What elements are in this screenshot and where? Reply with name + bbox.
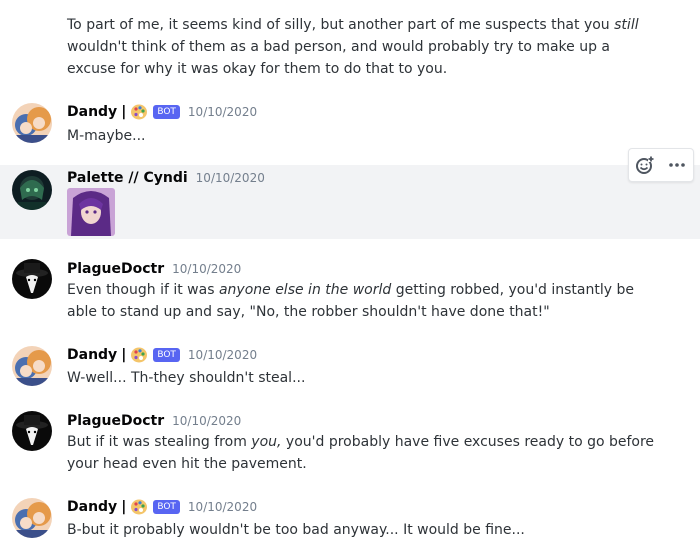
timestamp[interactable]: 10/10/2020	[196, 171, 265, 185]
message-text: Even though if it was anyone else in the…	[67, 279, 660, 323]
text-segment: Even though if it was	[67, 282, 219, 298]
message-item: Palette // Cyndi 10/10/2020	[0, 165, 700, 239]
username-separator: |	[121, 499, 127, 515]
palette-avatar-icon	[12, 170, 52, 210]
add-reaction-icon	[636, 156, 654, 174]
image-attachment[interactable]	[67, 188, 115, 236]
dandy-avatar-icon	[12, 346, 52, 386]
text-segment: But if it was stealing from	[67, 434, 252, 450]
username[interactable]: PlagueDoctr	[67, 261, 164, 277]
chat-messages: To part of me, it seems kind of silly, b…	[0, 0, 700, 560]
emphasis-text: you,	[251, 434, 282, 450]
message-item: Dandy | BOT 10/10/2020 B-but it probably…	[0, 490, 700, 550]
message-item: PlagueDoctr 10/10/2020 Even though if it…	[0, 251, 700, 331]
dandy-avatar-icon	[12, 103, 52, 143]
palette-icon	[130, 346, 148, 364]
bot-badge: BOT	[153, 500, 180, 514]
message-item: Dandy | BOT 10/10/2020 W-well... Th-they…	[0, 338, 700, 398]
plague-doctor-avatar-icon	[12, 259, 52, 299]
more-options-button[interactable]	[665, 153, 689, 177]
message-text: M-maybe...	[67, 128, 146, 144]
timestamp[interactable]: 10/10/2020	[172, 262, 241, 276]
username-separator: |	[121, 347, 127, 363]
message-text: To part of me, it seems kind of silly, b…	[67, 14, 660, 80]
username[interactable]: PlagueDoctr	[67, 413, 164, 429]
message-text: But if it was stealing from you, you'd p…	[67, 431, 660, 475]
username[interactable]: Palette // Cyndi	[67, 170, 188, 186]
avatar[interactable]	[12, 170, 52, 210]
text-segment: wouldn't think of them as a bad person, …	[67, 39, 611, 77]
message-item: PlagueDoctr 10/10/2020 But if it was ste…	[0, 403, 700, 483]
text-segment: To part of me, it seems kind of silly, b…	[67, 17, 615, 33]
avatar[interactable]	[12, 498, 52, 538]
message-continuation: To part of me, it seems kind of silly, b…	[0, 0, 700, 90]
bot-badge: BOT	[153, 105, 180, 119]
avatar[interactable]	[12, 259, 52, 299]
avatar[interactable]	[12, 103, 52, 143]
emphasis-text: still	[614, 17, 639, 33]
timestamp[interactable]: 10/10/2020	[188, 105, 257, 119]
timestamp[interactable]: 10/10/2020	[188, 348, 257, 362]
add-reaction-button[interactable]	[633, 153, 657, 177]
emphasis-text: anyone else in the world	[218, 282, 392, 298]
palette-icon	[130, 498, 148, 516]
message-text: W-well... Th-they shouldn't steal...	[67, 370, 306, 386]
more-options-icon	[669, 163, 685, 167]
timestamp[interactable]: 10/10/2020	[188, 500, 257, 514]
username[interactable]: Dandy	[67, 347, 117, 363]
message-text: B-but it probably wouldn't be too bad an…	[67, 522, 525, 538]
timestamp[interactable]: 10/10/2020	[172, 414, 241, 428]
avatar[interactable]	[12, 411, 52, 451]
message-item: Dandy | BOT 10/10/2020 M-maybe...	[0, 95, 700, 155]
avatar[interactable]	[12, 346, 52, 386]
palette-icon	[130, 103, 148, 121]
dandy-avatar-icon	[12, 498, 52, 538]
username-separator: |	[121, 104, 127, 120]
plague-doctor-avatar-icon	[12, 411, 52, 451]
bot-badge: BOT	[153, 348, 180, 362]
username[interactable]: Dandy	[67, 104, 117, 120]
message-toolbar	[628, 148, 694, 182]
attachment-image-icon	[67, 188, 115, 236]
username[interactable]: Dandy	[67, 499, 117, 515]
